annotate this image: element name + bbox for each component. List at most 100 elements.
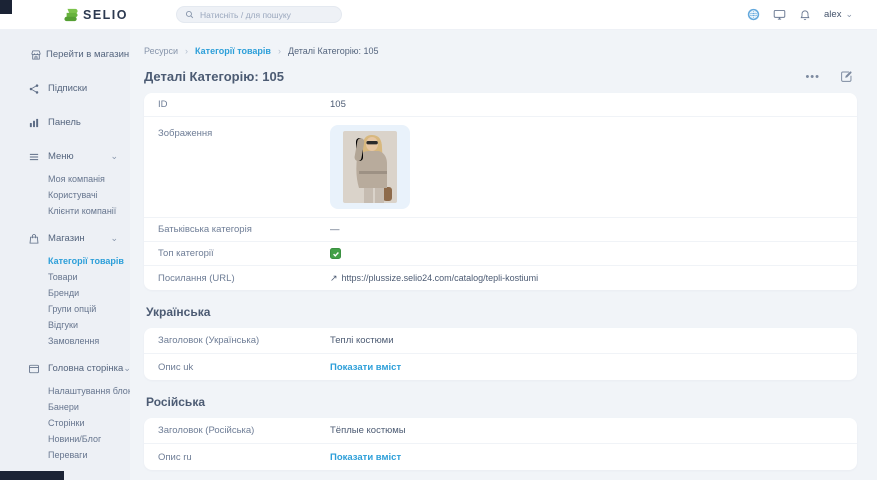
field-label: Топ категорії	[158, 248, 330, 259]
main-content: Ресурси › Категорії товарів › Деталі Кат…	[130, 30, 877, 480]
sidebar-item-option-groups[interactable]: Групи опцій	[0, 301, 130, 317]
detail-row-parent-category: Батьківська категорія —	[144, 218, 857, 242]
category-photo	[343, 131, 397, 203]
sidebar-item-subscriptions[interactable]: Підписки	[0, 74, 130, 103]
sidebar-item-banners[interactable]: Банери	[0, 399, 130, 415]
field-label: Опис ru	[158, 452, 330, 463]
sidebar-item-shop[interactable]: Магазин ⌄	[0, 224, 130, 253]
sidebar-item-company-clients[interactable]: Клієнти компанії	[0, 203, 130, 219]
edit-icon[interactable]	[840, 70, 853, 83]
show-content-link[interactable]: Показати вміст	[330, 452, 401, 463]
breadcrumb-separator-icon: ›	[185, 46, 188, 56]
russian-card: Заголовок (Російська) Тёплые костюмы Опи…	[144, 418, 857, 470]
top-bar-actions: alex ⌄	[747, 8, 877, 21]
sidebar-item-users[interactable]: Користувачі	[0, 187, 130, 203]
sidebar: Перейти в магазин Підписки	[0, 30, 130, 480]
sidebar-item-label: Магазин	[48, 233, 85, 244]
chevron-down-icon: ⌄	[110, 152, 118, 161]
bar-chart-icon	[28, 117, 40, 129]
sidebar-item-product-categories[interactable]: Категорії товарів	[0, 253, 130, 269]
detail-row-image: Зображення	[144, 117, 857, 218]
top-category-checkbox[interactable]	[330, 248, 341, 259]
chevron-down-icon: ⌄	[110, 234, 118, 243]
breadcrumb-current: Деталі Категорію: 105	[288, 46, 379, 56]
search-icon	[185, 10, 194, 19]
field-label: Посилання (URL)	[158, 273, 330, 284]
user-menu[interactable]: alex ⌄	[824, 9, 853, 20]
detail-row-description-uk: Опис uk Показати вміст	[144, 354, 857, 380]
sidebar-item-label: Панель	[48, 117, 81, 128]
field-value: —	[330, 224, 340, 235]
field-value: Теплі костюми	[330, 335, 394, 346]
field-value: 105	[330, 99, 346, 110]
sidebar-item-label: Підписки	[48, 83, 87, 94]
field-label: Опис uk	[158, 362, 330, 373]
language-globe-icon[interactable]	[747, 8, 760, 21]
sidebar-item-pages[interactable]: Сторінки	[0, 415, 130, 431]
field-label: Заголовок (Російська)	[158, 425, 330, 436]
sidebar-item-go-to-store[interactable]: Перейти в магазин	[0, 40, 130, 69]
selio-logo-icon	[64, 8, 78, 22]
url-value: https://plussize.selio24.com/catalog/tep…	[342, 273, 539, 283]
top-bar: SELIO	[0, 0, 877, 30]
sidebar-item-products[interactable]: Товари	[0, 269, 130, 285]
category-image-thumbnail[interactable]	[330, 125, 410, 209]
sidebar-item-label: Меню	[48, 151, 74, 162]
external-link-icon: ↗	[330, 273, 338, 284]
section-title-ukrainian: Українська	[144, 305, 857, 319]
notifications-bell-icon[interactable]	[799, 9, 811, 21]
monitor-icon[interactable]	[773, 8, 786, 21]
shopping-bag-icon	[28, 233, 40, 245]
app-window: SELIO	[0, 0, 877, 480]
dark-corner-decoration	[0, 471, 64, 480]
breadcrumb-separator-icon: ›	[278, 46, 281, 56]
detail-row-title-ru: Заголовок (Російська) Тёплые костюмы	[144, 418, 857, 444]
sidebar-item-reviews[interactable]: Відгуки	[0, 317, 130, 333]
breadcrumb-resources: Ресурси	[144, 46, 178, 56]
field-label: Заголовок (Українська)	[158, 335, 330, 346]
ukrainian-card: Заголовок (Українська) Теплі костюми Опи…	[144, 328, 857, 380]
sidebar-item-label: Перейти в магазин	[46, 49, 129, 60]
sidebar-item-menu[interactable]: Меню ⌄	[0, 142, 130, 171]
category-details-card: ID 105 Зображення	[144, 93, 857, 290]
page-header-actions: •••	[805, 70, 857, 83]
sidebar-item-news-blog[interactable]: Новини/Блог	[0, 431, 130, 447]
show-content-link[interactable]: Показати вміст	[330, 362, 401, 373]
detail-row-title-uk: Заголовок (Українська) Теплі костюми	[144, 328, 857, 354]
checkmark-icon	[332, 250, 340, 258]
category-url-link[interactable]: ↗ https://plussize.selio24.com/catalog/t…	[330, 273, 538, 284]
page-header: Деталі Категорію: 105 •••	[144, 69, 857, 84]
section-title-russian: Російська	[144, 395, 857, 409]
breadcrumb: Ресурси › Категорії товарів › Деталі Кат…	[144, 46, 857, 56]
sidebar-item-brands[interactable]: Бренди	[0, 285, 130, 301]
search-input[interactable]	[200, 10, 330, 20]
more-options-button[interactable]: •••	[805, 71, 820, 83]
sidebar-item-label: Головна сторінка	[48, 363, 123, 374]
field-label: Зображення	[158, 125, 330, 139]
breadcrumb-product-categories[interactable]: Категорії товарів	[195, 46, 271, 56]
sidebar-item-advantages[interactable]: Переваги	[0, 447, 130, 463]
chevron-down-icon: ⌄	[123, 364, 130, 373]
global-search	[176, 6, 342, 23]
sidebar-item-block-settings[interactable]: Налаштування блоку	[0, 383, 130, 399]
sidebar-item-my-company[interactable]: Моя компанія	[0, 171, 130, 187]
dark-corner-decoration	[0, 0, 12, 14]
brand-logo[interactable]: SELIO	[64, 8, 128, 22]
detail-row-description-ru: Опис ru Показати вміст	[144, 444, 857, 470]
brand-name: SELIO	[83, 8, 128, 22]
user-name: alex	[824, 9, 841, 20]
list-icon	[28, 151, 40, 163]
store-icon	[30, 49, 42, 61]
sidebar-item-home-page[interactable]: Головна сторінка ⌄	[0, 354, 130, 383]
chevron-down-icon: ⌄	[845, 10, 853, 19]
field-value: Тёплые костюмы	[330, 425, 406, 436]
browser-window-icon	[28, 363, 40, 375]
field-label: ID	[158, 99, 330, 110]
share-nodes-icon	[28, 83, 40, 95]
page-title: Деталі Категорію: 105	[144, 69, 284, 84]
detail-row-id: ID 105	[144, 93, 857, 117]
field-label: Батьківська категорія	[158, 224, 330, 235]
sidebar-item-panel[interactable]: Панель	[0, 108, 130, 137]
detail-row-url: Посилання (URL) ↗ https://plussize.selio…	[144, 266, 857, 290]
sidebar-item-orders[interactable]: Замовлення	[0, 333, 130, 349]
